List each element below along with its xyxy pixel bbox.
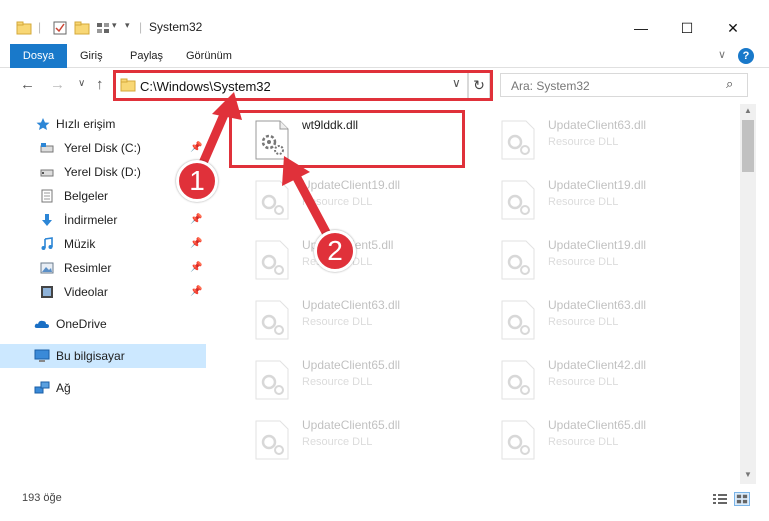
status-bar [0,488,769,510]
large-icons-view-icon[interactable] [734,492,750,506]
details-view-icon[interactable] [712,492,728,506]
callout-1: 1 [176,160,218,202]
annotation-arrows [195,92,333,241]
arrow-2 [282,156,333,241]
callout-2: 2 [314,230,356,272]
item-count: 193 öğe [22,492,62,504]
arrow-1 [195,92,242,175]
